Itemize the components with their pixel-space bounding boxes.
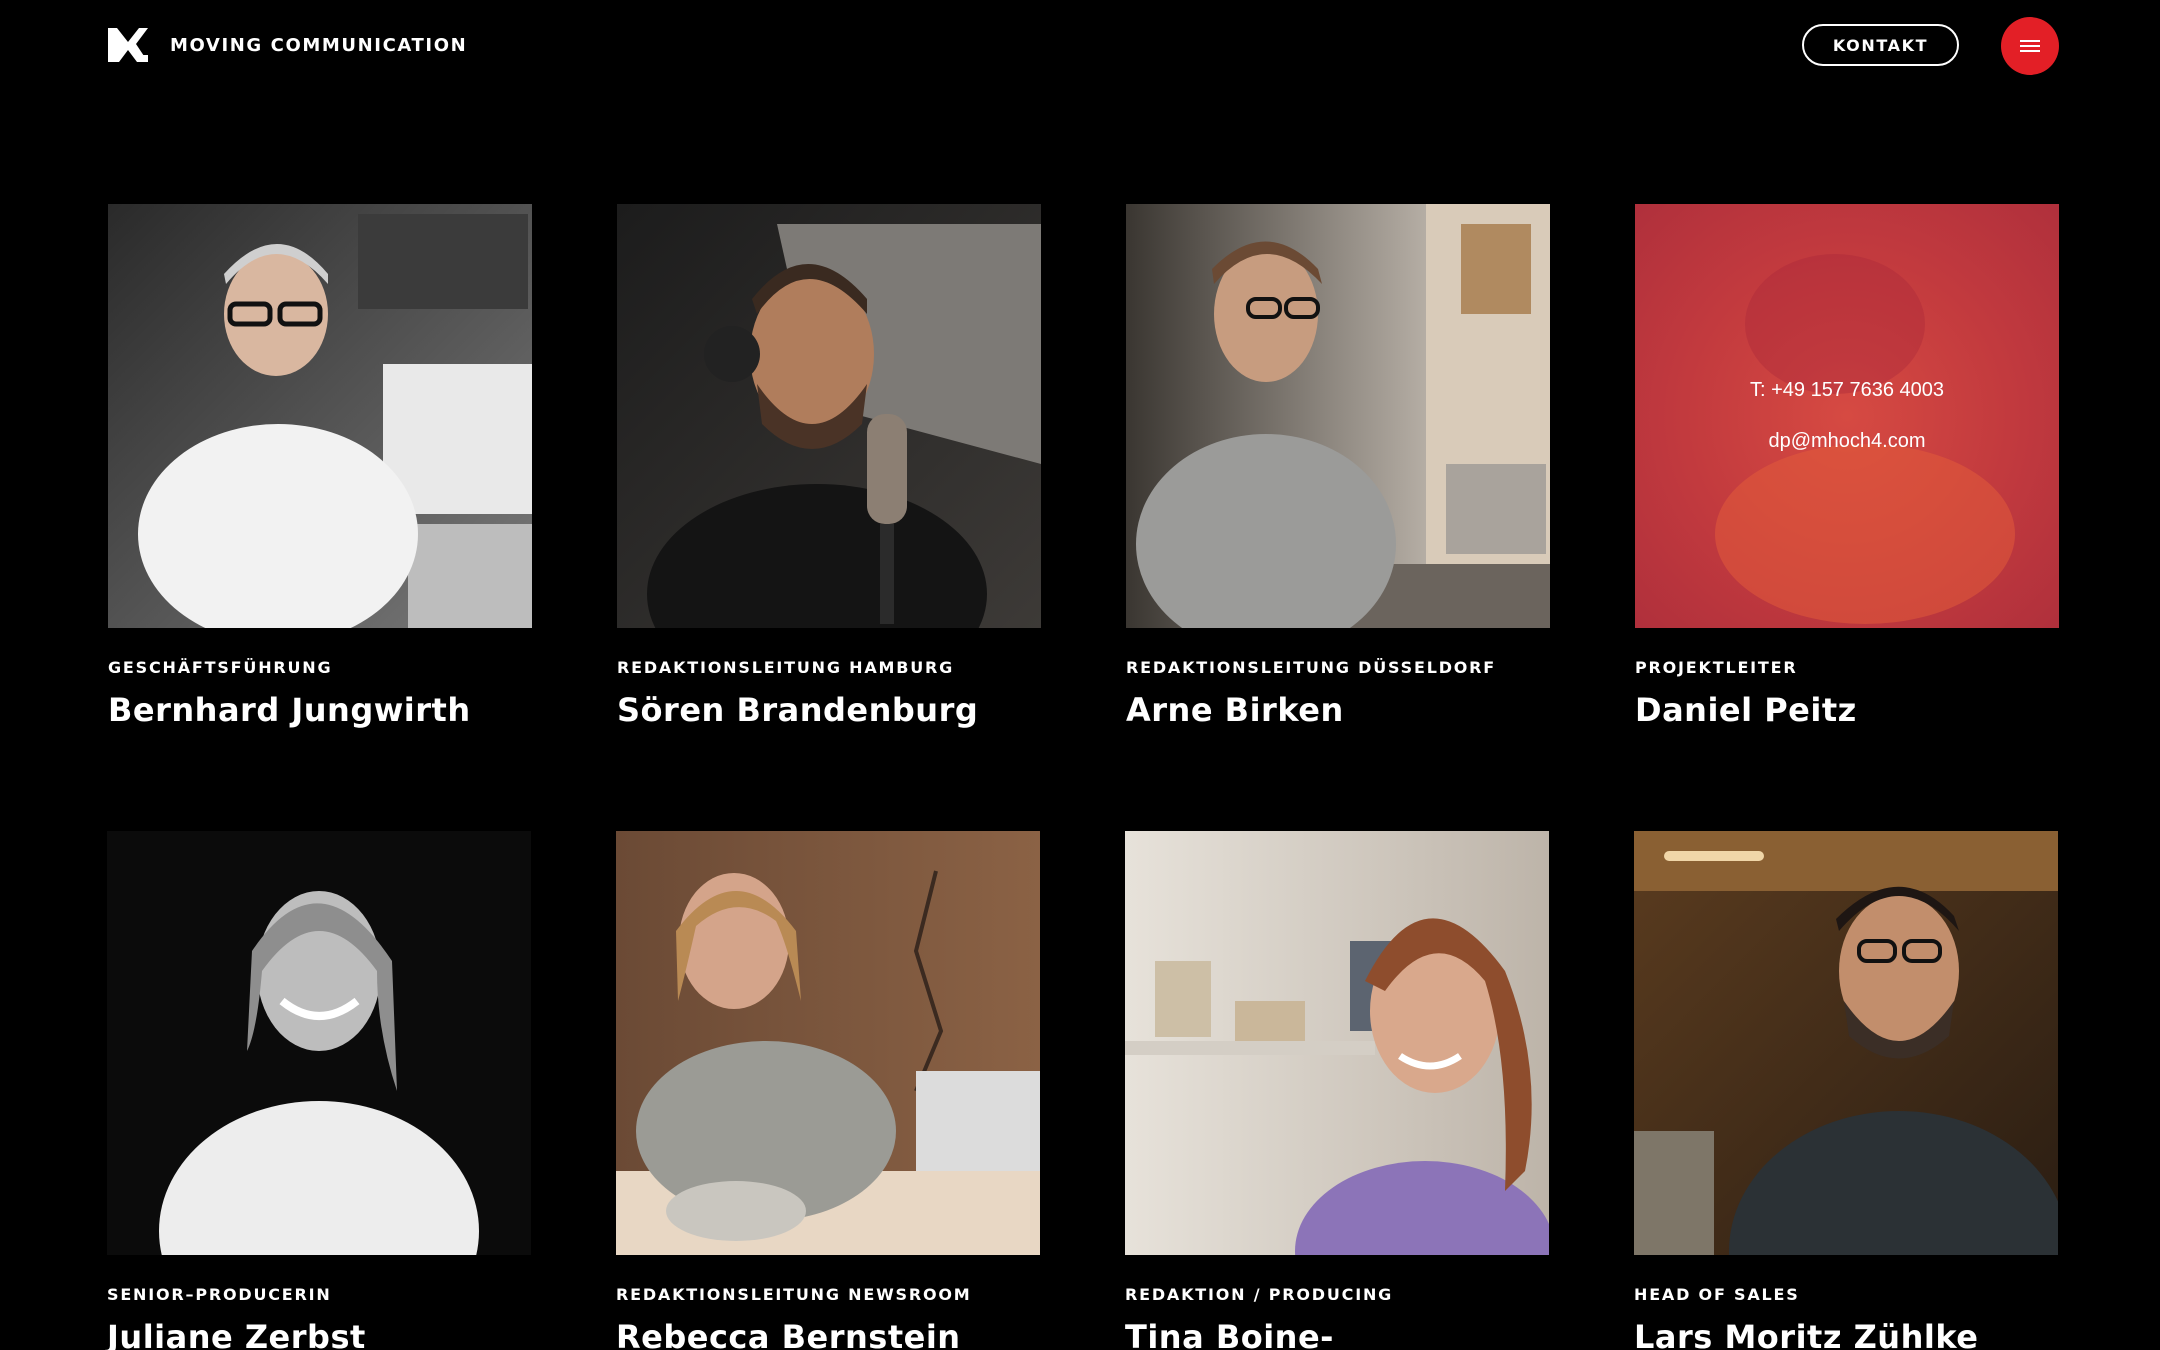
- portrait-image: [108, 204, 532, 628]
- contact-overlay: T: +49 157 7636 4003 dp@mhoch4.com: [1635, 204, 2059, 628]
- team-role: REDAKTIONSLEITUNG DÜSSELDORF: [1126, 658, 1497, 677]
- team-card[interactable]: HEAD OF SALES Lars Moritz Zühlke: [1634, 831, 2058, 1350]
- team-role: PROJEKTLEITER: [1635, 658, 1798, 677]
- phone-link[interactable]: T: +49 157 7636 4003: [1750, 379, 1944, 402]
- team-photo: [107, 831, 531, 1255]
- team-name: Bernhard Jungwirth: [108, 691, 471, 729]
- team-role: REDAKTIONSLEITUNG NEWSROOM: [616, 1285, 972, 1304]
- kontakt-button[interactable]: KONTAKT: [1802, 24, 1959, 66]
- team-role: REDAKTION / PRODUCING: [1125, 1285, 1394, 1304]
- menu-button[interactable]: [2001, 17, 2059, 75]
- team-photo: [1126, 204, 1550, 628]
- team-name: Daniel Peitz: [1635, 691, 1857, 729]
- email-link[interactable]: dp@mhoch4.com: [1768, 430, 1925, 453]
- team-name: Lars Moritz Zühlke: [1634, 1318, 1979, 1350]
- team-card[interactable]: REDAKTIONSLEITUNG HAMBURG Sören Brandenb…: [617, 204, 1041, 729]
- team-role: SENIOR–PRODUCERIN: [107, 1285, 332, 1304]
- team-role: GESCHÄFTSFÜHRUNG: [108, 658, 333, 677]
- team-photo: [616, 831, 1040, 1255]
- portrait-image: [616, 831, 1040, 1255]
- team-card[interactable]: REDAKTIONSLEITUNG NEWSROOM Rebecca Berns…: [616, 831, 1040, 1350]
- team-name: Tina Boine-: [1125, 1318, 1334, 1350]
- team-photo: [108, 204, 532, 628]
- portrait-image: [617, 204, 1041, 628]
- team-name: Juliane Zerbst: [107, 1318, 366, 1350]
- portrait-image: [1125, 831, 1549, 1255]
- team-card[interactable]: REDAKTION / PRODUCING Tina Boine-: [1125, 831, 1549, 1350]
- team-name: Rebecca Bernstein: [616, 1318, 961, 1350]
- site-header: MOVING COMMUNICATION KONTAKT: [0, 0, 2160, 100]
- team-role: REDAKTIONSLEITUNG HAMBURG: [617, 658, 955, 677]
- team-card[interactable]: GESCHÄFTSFÜHRUNG Bernhard Jungwirth: [108, 204, 532, 729]
- portrait-image: [1126, 204, 1550, 628]
- portrait-image: [107, 831, 531, 1255]
- team-role: HEAD OF SALES: [1634, 1285, 1800, 1304]
- team-name: Sören Brandenburg: [617, 691, 979, 729]
- portrait-image: [1634, 831, 2058, 1255]
- team-photo: [1634, 831, 2058, 1255]
- team-card[interactable]: SENIOR–PRODUCERIN Juliane Zerbst: [107, 831, 531, 1350]
- team-photo: [617, 204, 1041, 628]
- page: MOVING COMMUNICATION KONTAKT GESCHÄFTSFÜ…: [0, 0, 2160, 1350]
- team-photo: [1125, 831, 1549, 1255]
- team-photo-hover: T: +49 157 7636 4003 dp@mhoch4.com: [1635, 204, 2059, 628]
- team-card[interactable]: T: +49 157 7636 4003 dp@mhoch4.com PROJE…: [1635, 204, 2059, 729]
- team-card[interactable]: REDAKTIONSLEITUNG DÜSSELDORF Arne Birken: [1126, 204, 1550, 729]
- logo[interactable]: MOVING COMMUNICATION: [108, 28, 467, 62]
- brand-name: MOVING COMMUNICATION: [170, 34, 468, 56]
- hamburger-icon: [2020, 40, 2040, 52]
- logo-mark-icon: [108, 28, 148, 62]
- team-name: Arne Birken: [1126, 691, 1344, 729]
